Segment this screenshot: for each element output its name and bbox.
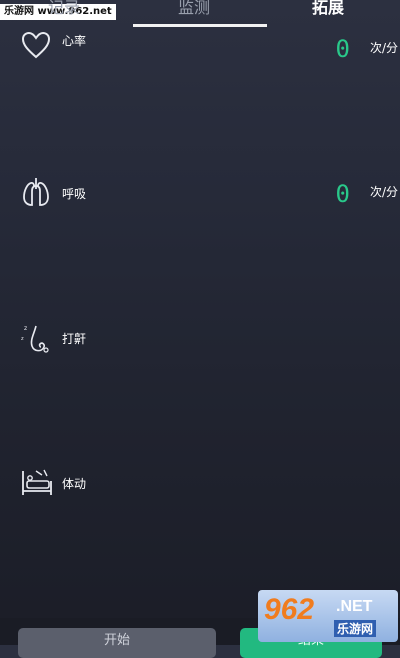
start-button[interactable]: 开始 — [18, 628, 216, 658]
tab-record[interactable]: 记录 — [48, 0, 80, 18]
metric-label: 打鼾 — [62, 332, 87, 346]
lungs-icon — [20, 175, 52, 213]
svg-text:z: z — [21, 336, 24, 342]
metric-value: 0 — [335, 35, 350, 63]
metric-label: 呼吸 — [62, 187, 87, 201]
logo-number: 962 — [264, 593, 315, 626]
active-tab-indicator — [133, 24, 267, 27]
tab-extend[interactable]: 拓展 — [312, 0, 344, 18]
logo-net: .NET — [336, 598, 373, 615]
metric-unit: 次/分 — [369, 185, 398, 199]
snore-icon: z z — [20, 320, 54, 360]
logo-cn: 乐游网 — [334, 620, 377, 637]
metric-label: 心率 — [62, 34, 87, 48]
tab-monitor[interactable]: 监测 — [178, 0, 210, 18]
heart-icon — [20, 30, 52, 64]
metric-value: 0 — [335, 180, 350, 208]
svg-text:z: z — [24, 325, 27, 332]
site-logo: 962 .NET 乐游网 — [258, 590, 398, 642]
top-tab-bar: 记录 监测 拓展 — [0, 0, 400, 30]
metric-unit: 次/分 — [369, 41, 398, 55]
metric-label: 体动 — [62, 477, 87, 491]
movement-icon — [20, 467, 54, 503]
